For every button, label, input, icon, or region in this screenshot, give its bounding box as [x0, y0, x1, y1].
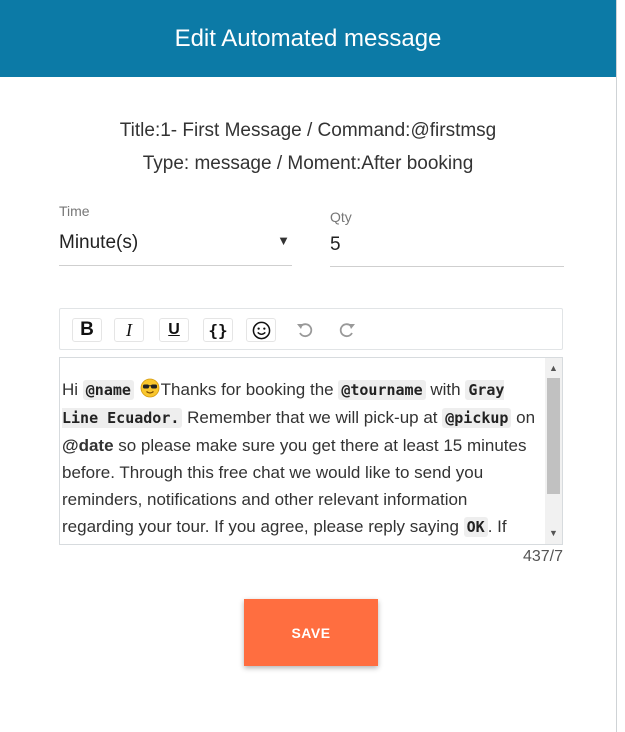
smiley-icon: [252, 321, 270, 339]
modal-header: Edit Automated message: [0, 0, 616, 77]
message-text-segment: Thanks for booking the: [160, 380, 339, 399]
scroll-up-icon[interactable]: ▲: [549, 363, 558, 373]
qty-input-value: 5: [330, 234, 341, 255]
message-text-segment: with: [425, 380, 466, 399]
qty-input[interactable]: 5: [330, 231, 564, 267]
time-select[interactable]: Minute(s) ▼: [59, 230, 292, 266]
editor-toolbar: B I U {}: [59, 308, 563, 350]
sunglasses-emoji-icon: [140, 378, 160, 398]
ok-token: OK: [463, 517, 488, 537]
message-editor[interactable]: Hi @name Thanks for booking the @tournam…: [59, 357, 563, 545]
character-counter: 437/7: [522, 548, 563, 565]
italic-button[interactable]: I: [114, 318, 144, 342]
qty-label: Qty: [330, 209, 352, 225]
modal-title: Edit Automated message: [174, 24, 442, 52]
undo-icon: [297, 323, 313, 338]
date-token: @date: [62, 436, 114, 455]
undo-button[interactable]: [290, 318, 320, 342]
bold-button[interactable]: B: [72, 318, 102, 342]
scroll-down-icon[interactable]: ▼: [549, 528, 558, 538]
time-select-value: Minute(s): [59, 232, 139, 253]
message-info-type: Type: message / Moment:After booking: [142, 153, 474, 174]
message-text-segment: . If: [487, 517, 507, 536]
time-label: Time: [59, 203, 90, 219]
save-button[interactable]: SAVE: [244, 599, 378, 666]
code-button[interactable]: {}: [203, 318, 233, 342]
name-token: @name: [82, 380, 134, 400]
message-text[interactable]: Hi @name Thanks for booking the @tournam…: [62, 376, 540, 541]
message-text-segment: on: [511, 408, 536, 427]
editor-scrollbar[interactable]: ▲ ▼: [545, 358, 562, 544]
redo-icon: [339, 323, 355, 338]
dropdown-arrow-icon: ▼: [277, 233, 290, 248]
message-text-segment: Hi: [62, 380, 83, 399]
scrollbar-thumb[interactable]: [547, 378, 560, 494]
message-text-segment: Remember that we will pick-up at: [182, 408, 443, 427]
message-info-title: Title:1- First Message / Command:@firstm…: [119, 120, 497, 141]
emoji-button[interactable]: [246, 318, 276, 342]
pickup-token: @pickup: [442, 408, 512, 428]
window-edge: [616, 0, 625, 732]
message-text-segment: so please make sure you get there at lea…: [62, 436, 527, 536]
tourname-token: @tourname: [338, 380, 426, 400]
redo-button[interactable]: [332, 318, 362, 342]
underline-button[interactable]: U: [159, 318, 189, 342]
edit-message-modal: Edit Automated message Title:1- First Me…: [0, 0, 616, 732]
